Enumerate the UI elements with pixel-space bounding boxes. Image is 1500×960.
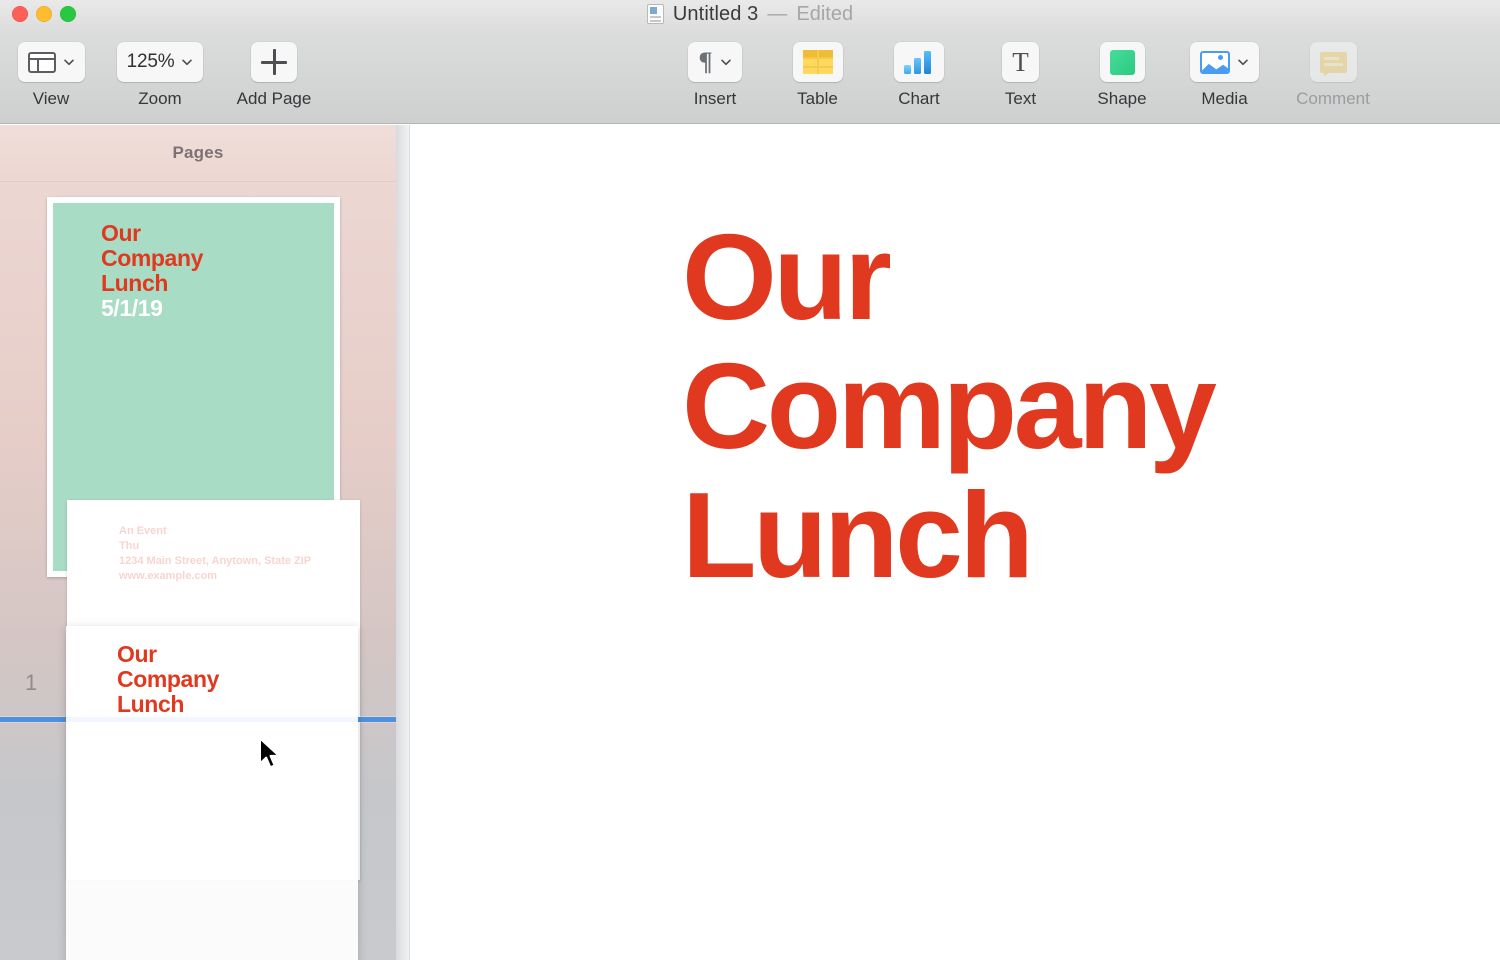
pages-document-icon xyxy=(646,4,664,24)
thumbnail-2-body-text: An Event Thu 1234 Main Street, Anytown, … xyxy=(119,525,312,582)
window-title-group: Untitled 3 — Edited xyxy=(0,0,1500,28)
table-label: Table xyxy=(797,89,838,108)
add-page-button[interactable] xyxy=(251,42,297,82)
document-canvas[interactable]: Our Company Lunch xyxy=(411,125,1500,960)
zoom-level-value: 125% xyxy=(126,51,175,72)
text-t-icon: T xyxy=(1012,46,1029,77)
title-separator: — xyxy=(767,2,788,25)
page-thumbnails-sidebar[interactable]: Pages 1 2 Our Company Lunch 5/1/19 7–10p… xyxy=(0,125,396,960)
toolbar-item-table[interactable]: Table xyxy=(779,42,856,109)
sidebar-layout-icon xyxy=(27,51,56,73)
thumbnail-1-date: 5/1/19 xyxy=(101,295,163,321)
document-heading[interactable]: Our Company Lunch xyxy=(682,213,1382,600)
toolbar-item-insert[interactable]: ¶ Insert xyxy=(672,42,758,109)
add-page-label: Add Page xyxy=(236,89,312,108)
chevron-down-icon xyxy=(63,56,75,68)
chart-label: Chart xyxy=(898,89,940,108)
sidebar-header: Pages xyxy=(0,125,396,182)
dragged-page-title: Our Company Lunch xyxy=(117,641,219,717)
chevron-down-icon xyxy=(1237,56,1249,68)
table-button[interactable] xyxy=(792,42,843,82)
view-label: View xyxy=(32,89,70,108)
text-label: Text xyxy=(1004,89,1037,108)
chevron-down-icon xyxy=(181,56,193,68)
comment-button xyxy=(1309,42,1357,82)
thumbnail-1-title: Our Company Lunch xyxy=(101,220,203,296)
toolbar-item-shape[interactable]: Shape xyxy=(1083,42,1161,109)
chevron-down-icon xyxy=(720,56,732,68)
bar-chart-icon xyxy=(904,50,934,74)
shape-button[interactable] xyxy=(1099,42,1145,82)
toolbar-item-comment: Comment xyxy=(1288,42,1378,109)
zoom-button[interactable]: 125% xyxy=(116,42,204,82)
pages-app-window: Untitled 3 — Edited View 125% Zoom Add P… xyxy=(0,0,1500,960)
text-button[interactable]: T xyxy=(1002,42,1039,82)
window-title: Untitled 3 xyxy=(672,2,759,25)
media-button[interactable] xyxy=(1190,42,1259,82)
dragged-page-ghost[interactable]: Our Company Lunch xyxy=(66,626,358,960)
toolbar-item-zoom[interactable]: 125% Zoom xyxy=(110,42,210,109)
toolbar-item-chart[interactable]: Chart xyxy=(879,42,959,109)
comment-icon xyxy=(1319,51,1347,73)
view-button[interactable] xyxy=(17,42,85,82)
comment-label: Comment xyxy=(1296,89,1370,108)
shape-square-icon xyxy=(1109,49,1135,75)
insert-button[interactable]: ¶ xyxy=(688,42,742,82)
sidebar-title: Pages xyxy=(172,143,224,162)
toolbar-item-text[interactable]: T Text xyxy=(982,42,1059,109)
chart-button[interactable] xyxy=(894,42,944,82)
table-icon xyxy=(802,50,833,74)
page-number-1: 1 xyxy=(25,670,38,695)
toolbar-item-view[interactable]: View xyxy=(10,42,92,109)
photo-icon xyxy=(1200,50,1230,74)
shape-label: Shape xyxy=(1097,89,1147,108)
main-toolbar: View 125% Zoom Add Page ¶ Insert Table C… xyxy=(0,28,1500,124)
zoom-label: Zoom xyxy=(138,89,182,108)
plus-icon xyxy=(261,49,287,75)
pilcrow-icon: ¶ xyxy=(698,47,713,76)
media-label: Media xyxy=(1201,89,1248,108)
toolbar-item-add-page[interactable]: Add Page xyxy=(228,42,320,109)
window-titlebar: Untitled 3 — Edited xyxy=(0,0,1500,28)
toolbar-item-media[interactable]: Media xyxy=(1186,42,1263,109)
edited-status-badge: Edited xyxy=(796,2,854,25)
insert-label: Insert xyxy=(693,89,737,108)
sidebar-divider xyxy=(396,125,410,960)
arrow-cursor-icon xyxy=(258,737,284,776)
